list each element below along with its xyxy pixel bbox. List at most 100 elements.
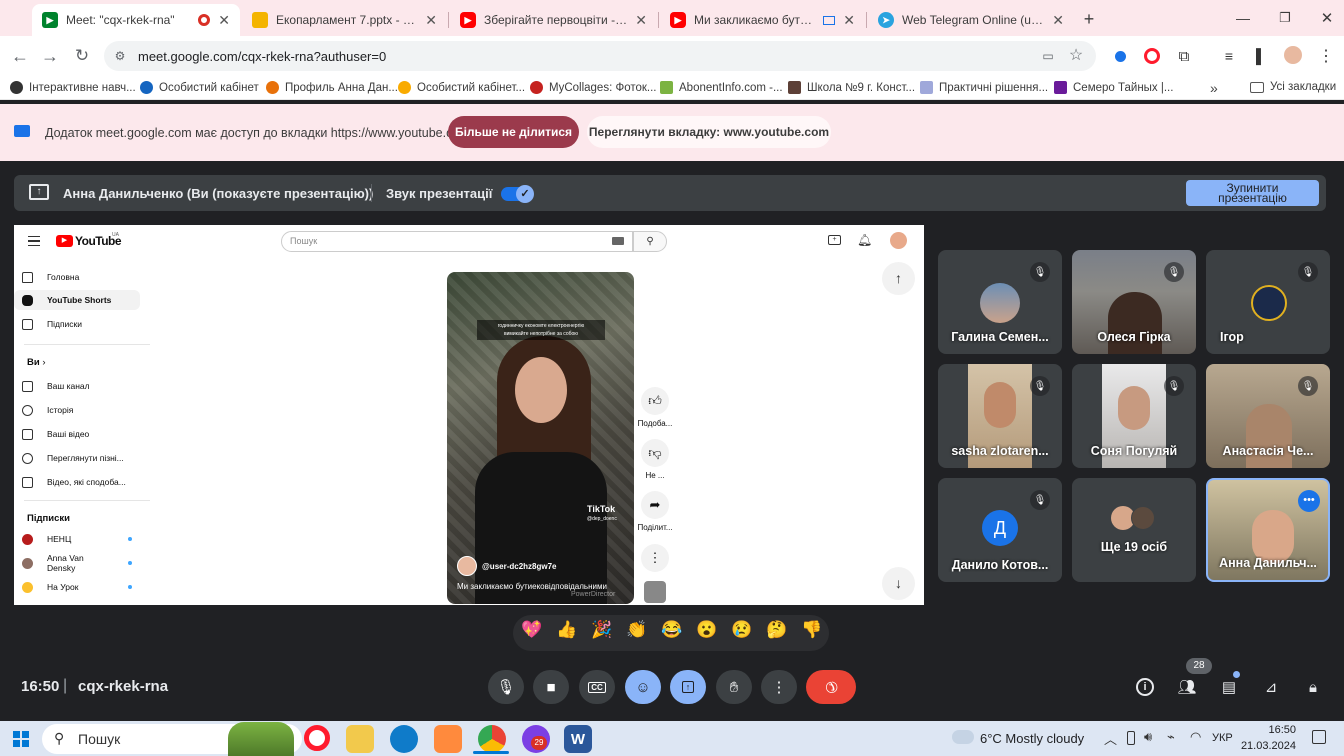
- yt-nav-home[interactable]: Головна: [14, 267, 140, 287]
- yt-nav-history[interactable]: Історія: [14, 400, 140, 420]
- people-icon[interactable]: 👥︎: [1174, 675, 1200, 699]
- new-tab-button[interactable]: +: [1078, 8, 1100, 30]
- notifications-icon[interactable]: 🔔︎: [857, 233, 872, 247]
- reload-icon[interactable]: ↻: [70, 44, 94, 68]
- reaction-thinking[interactable]: 🤔: [762, 620, 792, 640]
- tab-youtube-2[interactable]: ▶ Ми закликаємо бути екові ✕: [660, 4, 865, 36]
- participant-tile[interactable]: 🎙︎ Галина Семен...: [938, 250, 1062, 354]
- back-icon[interactable]: ←: [8, 44, 32, 68]
- tab-youtube-1[interactable]: ▶ Зберігайте первоцвіти - YouTu ✕: [450, 4, 657, 36]
- weather-text[interactable]: 6°C Mostly cloudy: [980, 731, 1084, 746]
- sound-source-thumbnail[interactable]: [644, 581, 666, 603]
- bookmark-item[interactable]: MyCollages: Фоток...: [530, 81, 657, 94]
- menu-icon[interactable]: ⋮: [1316, 45, 1336, 67]
- dislike-button[interactable]: 👎︎: [641, 439, 669, 467]
- reaction-laughing[interactable]: 😂: [657, 620, 687, 640]
- present-button[interactable]: ↑: [670, 670, 706, 704]
- yt-sub-item[interactable]: На Урок: [14, 577, 140, 597]
- participant-tile[interactable]: 🎙︎ Олеся Гірка: [1072, 250, 1196, 354]
- participant-tile[interactable]: 🎙︎ sasha zlotaren...: [938, 364, 1062, 468]
- language-indicator[interactable]: УКР: [1212, 732, 1233, 744]
- stop-sharing-button[interactable]: Більше не ділитися: [448, 116, 579, 148]
- close-icon[interactable]: ✕: [425, 12, 437, 29]
- microphone-button[interactable]: 🎙︎: [488, 670, 524, 704]
- reactions-button[interactable]: ☺: [625, 670, 661, 704]
- yt-nav-your-videos[interactable]: Ваші відео: [14, 424, 140, 444]
- tab-telegram[interactable]: ➤ Web Telegram Online (unoffici ✕: [868, 4, 1074, 36]
- participant-tile[interactable]: 🎙︎ Анастасія Че...: [1206, 364, 1330, 468]
- leave-call-button[interactable]: ✆: [806, 670, 856, 704]
- yt-sub-item[interactable]: Anna Van Densky: [14, 553, 140, 573]
- battery-icon[interactable]: [1127, 731, 1135, 745]
- raise-hand-button[interactable]: ✋︎: [716, 670, 752, 704]
- bookmark-item[interactable]: Особистий кабінет...: [398, 81, 525, 94]
- opera-taskbar-icon[interactable]: [304, 725, 330, 751]
- extensions-icon[interactable]: ⧉: [1173, 45, 1195, 67]
- more-options-button[interactable]: ⋮: [761, 670, 797, 704]
- close-icon[interactable]: ✕: [218, 12, 230, 29]
- close-icon[interactable]: ✕: [1052, 12, 1064, 29]
- channel-avatar[interactable]: [457, 556, 477, 576]
- yt-nav-your-channel[interactable]: Ваш канал: [14, 376, 140, 396]
- yt-search-button[interactable]: ⚲: [633, 231, 667, 252]
- wifi-icon[interactable]: ◠: [1190, 729, 1201, 745]
- all-bookmarks-button[interactable]: Усі закладки: [1250, 81, 1336, 93]
- yt-nav-watch-later[interactable]: Переглянути пізні...: [14, 448, 140, 468]
- reaction-crying[interactable]: 😢: [727, 620, 757, 640]
- window-close-icon[interactable]: ✕: [1314, 6, 1340, 30]
- url-text[interactable]: meet.google.com/cqx-rkek-rna?authuser=0: [138, 49, 386, 64]
- reaction-sparkling-heart[interactable]: 💖: [517, 620, 547, 640]
- tab-meet[interactable]: ▶ Meet: "cqx-rkek-rna" ✕: [32, 4, 240, 36]
- yt-nav-subscriptions[interactable]: Підписки: [14, 314, 140, 334]
- more-participants-tile[interactable]: Ще 19 осіб: [1072, 478, 1196, 582]
- yt-avatar[interactable]: [890, 232, 907, 249]
- reaction-clapping[interactable]: 👏: [622, 620, 652, 640]
- app-icon[interactable]: [434, 725, 462, 753]
- reaction-party-popper[interactable]: 🎉: [587, 620, 617, 640]
- yt-search-input[interactable]: [281, 231, 633, 252]
- channel-handle[interactable]: @user-dc2hz8gw7e: [482, 562, 557, 571]
- participant-tile[interactable]: 🎙︎ Соня Погуляй: [1072, 364, 1196, 468]
- yt-sub-item[interactable]: НЕНЦ: [14, 529, 140, 549]
- bookmark-item[interactable]: Школа №9 г. Конст...: [788, 81, 915, 94]
- windows-start-icon[interactable]: [13, 731, 29, 747]
- host-controls-icon[interactable]: 🔒︎: [1301, 675, 1325, 699]
- reaction-thumbs-up[interactable]: 👍: [552, 620, 582, 640]
- notifications-center-icon[interactable]: [1312, 730, 1326, 744]
- file-explorer-icon[interactable]: [346, 725, 374, 753]
- opera-icon[interactable]: [1144, 48, 1160, 64]
- profile-avatar[interactable]: [1284, 46, 1302, 64]
- yt-nav-shorts[interactable]: YouTube Shorts: [14, 290, 140, 310]
- yt-nav-liked[interactable]: Відео, які сподоба...: [14, 472, 140, 492]
- chrome-icon[interactable]: [478, 725, 506, 753]
- sidepanel-icon[interactable]: ▌: [1250, 45, 1272, 67]
- yt-you-header[interactable]: Ви ›: [27, 357, 46, 368]
- keyboard-icon[interactable]: [612, 237, 624, 245]
- reaction-surprised[interactable]: 😮: [692, 620, 722, 640]
- minimize-icon[interactable]: —: [1230, 6, 1256, 30]
- reaction-thumbs-down[interactable]: 👎: [797, 620, 827, 640]
- bookmark-item[interactable]: Профиль Анна Дан...: [266, 81, 398, 94]
- edge-icon[interactable]: [390, 725, 418, 753]
- chat-icon[interactable]: ▤: [1217, 675, 1241, 699]
- restore-icon[interactable]: ❐: [1272, 6, 1298, 30]
- volume-icon[interactable]: 🔊︎: [1144, 729, 1152, 745]
- more-actions-button[interactable]: ⋮: [641, 544, 669, 572]
- bookmarks-more-button[interactable]: »: [1210, 80, 1218, 96]
- participant-tile[interactable]: 🎙︎ Ігор: [1206, 250, 1330, 354]
- clock-date[interactable]: 21.03.2024: [1232, 740, 1296, 752]
- next-short-button[interactable]: ↓: [882, 567, 915, 600]
- clock-time[interactable]: 16:50: [1246, 724, 1296, 736]
- site-settings-icon[interactable]: ⚙: [110, 46, 130, 66]
- bookmark-item[interactable]: Практичні рішення...: [920, 81, 1048, 94]
- bookmark-item[interactable]: AbonentInfo.com -...: [660, 81, 783, 94]
- stop-presenting-button[interactable]: Зупинити презентацію: [1186, 180, 1319, 206]
- bookmark-item[interactable]: Особистий кабінет: [140, 81, 259, 94]
- close-icon[interactable]: ✕: [843, 12, 855, 29]
- captions-button[interactable]: CC: [579, 670, 615, 704]
- network-icon[interactable]: ⌁: [1167, 729, 1175, 745]
- view-tab-button[interactable]: Переглянути вкладку: www.youtube.com: [587, 116, 831, 148]
- word-icon[interactable]: W: [564, 725, 592, 753]
- bookmark-star-icon[interactable]: ☆: [1066, 45, 1086, 65]
- participant-tile[interactable]: Д 🎙︎ Данило Котов...: [938, 478, 1062, 582]
